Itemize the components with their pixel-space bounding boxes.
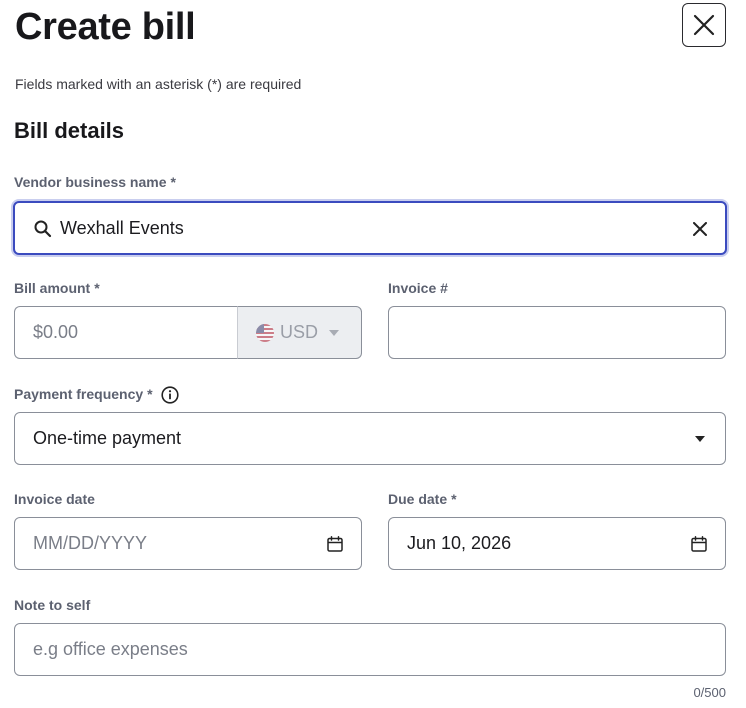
us-flag-icon bbox=[256, 323, 274, 342]
due-date-value: Jun 10, 2026 bbox=[407, 533, 512, 553]
currency-select[interactable]: USD bbox=[237, 306, 362, 359]
close-button[interactable] bbox=[682, 3, 726, 47]
due-date-input[interactable]: Jun 10, 2026 bbox=[388, 517, 726, 570]
search-icon bbox=[34, 220, 52, 238]
vendor-search-input[interactable]: Wexhall Events bbox=[13, 201, 727, 255]
payment-frequency-select[interactable]: One-time payment bbox=[14, 412, 726, 465]
due-date-label: Due date * bbox=[388, 491, 457, 507]
invoice-number-label: Invoice # bbox=[388, 280, 448, 296]
close-icon bbox=[693, 14, 715, 36]
bill-amount-label: Bill amount * bbox=[14, 280, 100, 296]
vendor-label: Vendor business name * bbox=[14, 174, 176, 190]
note-to-self-label: Note to self bbox=[14, 597, 91, 613]
caret-down-icon bbox=[329, 330, 339, 336]
section-title: Bill details bbox=[14, 118, 125, 143]
payment-frequency-label: Payment frequency * bbox=[14, 386, 153, 402]
invoice-date-label: Invoice date bbox=[14, 491, 95, 507]
vendor-input-value: Wexhall Events bbox=[60, 217, 184, 238]
note-to-self-input[interactable]: e.g office expenses bbox=[14, 623, 726, 676]
bill-amount-placeholder: $0.00 bbox=[33, 322, 79, 342]
invoice-number-input[interactable] bbox=[388, 306, 726, 359]
currency-value: USD bbox=[280, 322, 319, 342]
required-fields-note: Fields marked with an asterisk (*) are r… bbox=[15, 76, 302, 92]
invoice-date-placeholder: MM/DD/YYYY bbox=[33, 533, 148, 553]
calendar-icon[interactable] bbox=[691, 536, 707, 552]
note-placeholder: e.g office expenses bbox=[33, 639, 188, 659]
character-counter: 0/500 bbox=[693, 685, 726, 700]
calendar-icon[interactable] bbox=[327, 536, 343, 552]
page-title: Create bill bbox=[15, 6, 196, 48]
caret-down-icon bbox=[695, 436, 705, 442]
clear-icon[interactable] bbox=[693, 222, 707, 236]
bill-amount-input[interactable]: $0.00 bbox=[14, 306, 254, 359]
info-icon[interactable] bbox=[161, 386, 179, 404]
payment-frequency-value: One-time payment bbox=[33, 428, 182, 448]
invoice-date-input[interactable]: MM/DD/YYYY bbox=[14, 517, 362, 570]
